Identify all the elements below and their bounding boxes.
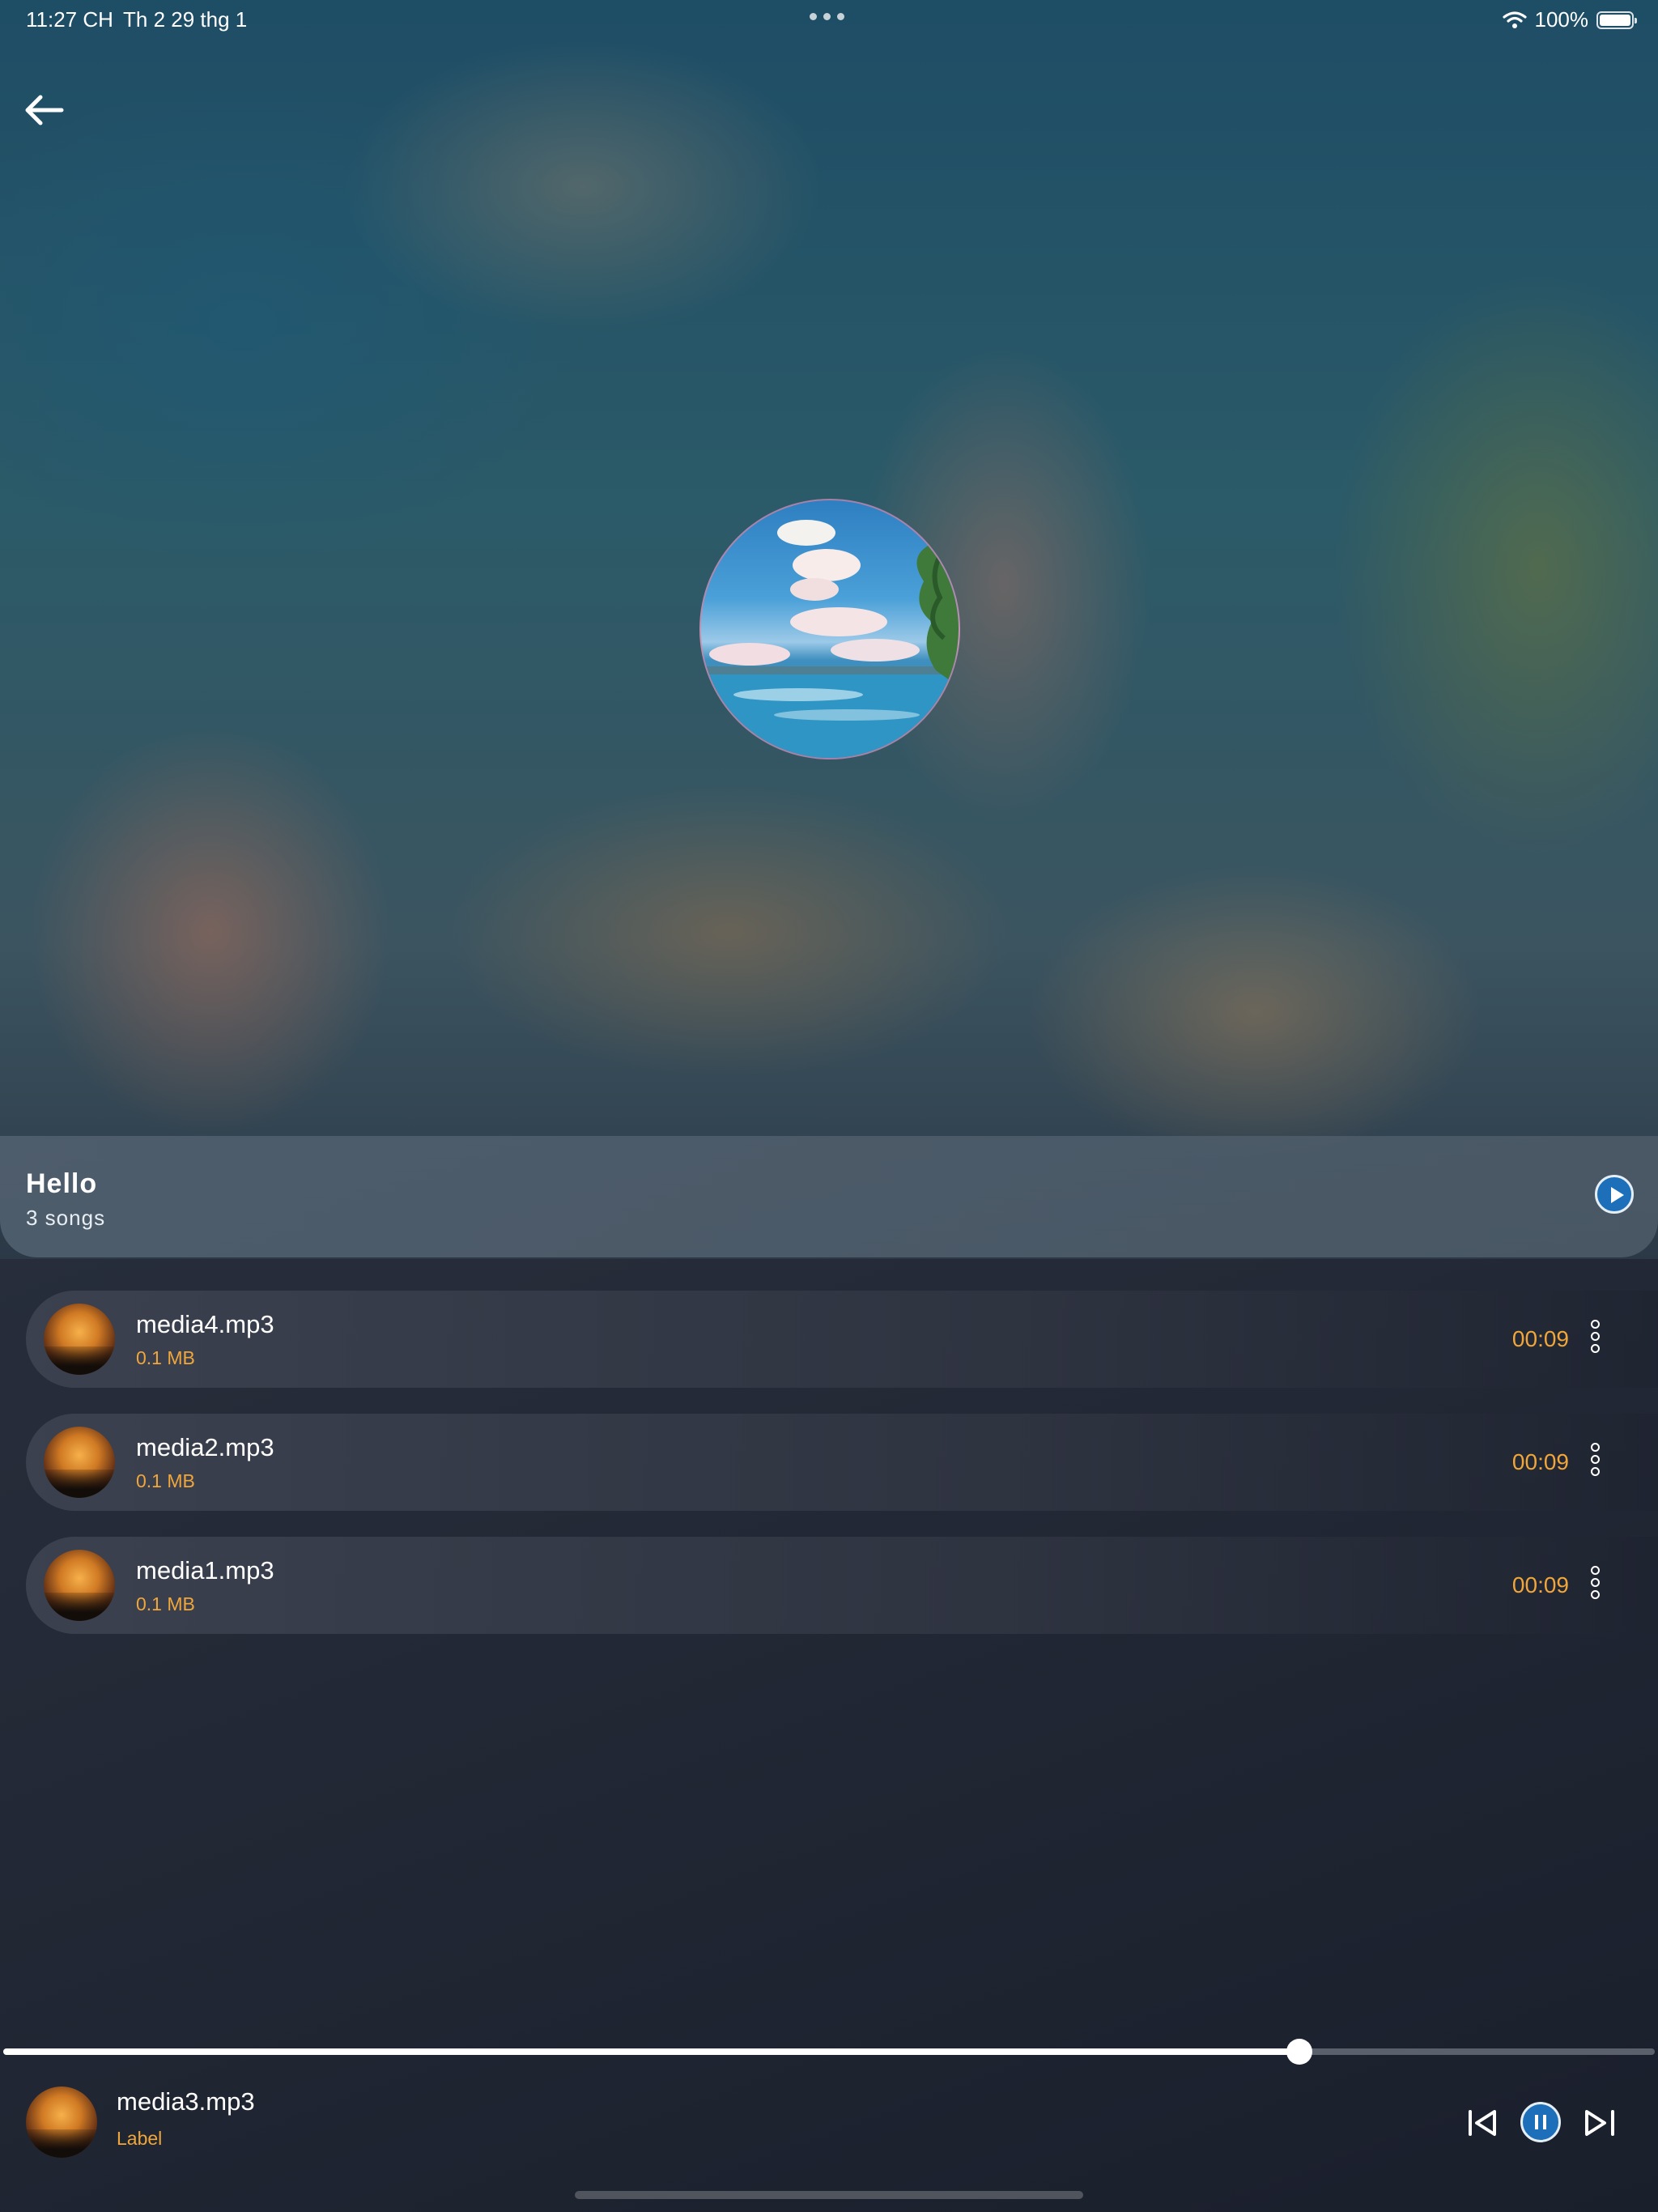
song-row[interactable]: media1.mp3 0.1 MB 00:09 — [26, 1537, 1658, 1634]
now-playing-label: Label — [117, 2128, 163, 2149]
song-name: media2.mp3 — [136, 1433, 274, 1461]
song-list: media4.mp3 0.1 MB 00:09 media2.mp3 0.1 M… — [26, 1291, 1658, 1660]
song-size: 0.1 MB — [136, 1347, 195, 1368]
previous-button[interactable] — [1462, 2102, 1504, 2144]
song-duration: 00:09 — [1511, 1449, 1569, 1474]
song-size: 0.1 MB — [136, 1593, 195, 1614]
song-row[interactable]: media4.mp3 0.1 MB 00:09 — [26, 1291, 1658, 1388]
wifi-icon — [1502, 11, 1527, 28]
song-duration: 00:09 — [1511, 1572, 1569, 1597]
playback-progress-slider[interactable] — [3, 2039, 1655, 2065]
home-indicator[interactable] — [575, 2191, 1083, 2199]
next-button[interactable] — [1579, 2102, 1621, 2144]
skip-previous-icon — [1469, 2110, 1496, 2136]
skip-next-icon — [1585, 2110, 1614, 2136]
song-thumbnail — [44, 1550, 115, 1621]
status-right: 100% — [1502, 7, 1637, 32]
progress-knob[interactable] — [1286, 2039, 1313, 2065]
song-name: media4.mp3 — [136, 1310, 274, 1338]
status-bar: 11:27 CH Th 2 29 thg 1 100% — [0, 0, 1658, 39]
more-vertical-icon[interactable] — [1587, 1443, 1603, 1483]
status-time: 11:27 CH — [26, 7, 113, 32]
song-size: 0.1 MB — [136, 1470, 195, 1491]
multitasking-dots-icon[interactable] — [810, 13, 844, 20]
back-button[interactable] — [21, 87, 66, 133]
more-vertical-icon[interactable] — [1587, 1566, 1603, 1606]
playlist-cover-art — [699, 499, 960, 759]
song-thumbnail — [44, 1304, 115, 1375]
song-thumbnail — [44, 1427, 115, 1498]
now-playing-title: media3.mp3 — [117, 2087, 255, 2116]
playlist-song-count: 3 songs — [26, 1206, 106, 1230]
pause-button[interactable] — [1520, 2102, 1561, 2142]
playlist-title: Hello — [26, 1168, 98, 1199]
battery-percent: 100% — [1534, 7, 1589, 32]
playlist-header: Hello 3 songs — [0, 1136, 1658, 1257]
now-playing-thumbnail — [26, 2087, 97, 2158]
status-date: Th 2 29 thg 1 — [123, 7, 248, 32]
song-name: media1.mp3 — [136, 1556, 274, 1585]
arrow-left-icon — [25, 95, 64, 125]
song-duration: 00:09 — [1511, 1326, 1569, 1351]
more-vertical-icon[interactable] — [1587, 1320, 1603, 1360]
progress-fill — [3, 2048, 1300, 2055]
song-row[interactable]: media2.mp3 0.1 MB 00:09 — [26, 1414, 1658, 1511]
battery-icon — [1596, 11, 1637, 29]
play-all-button[interactable] — [1595, 1175, 1634, 1214]
